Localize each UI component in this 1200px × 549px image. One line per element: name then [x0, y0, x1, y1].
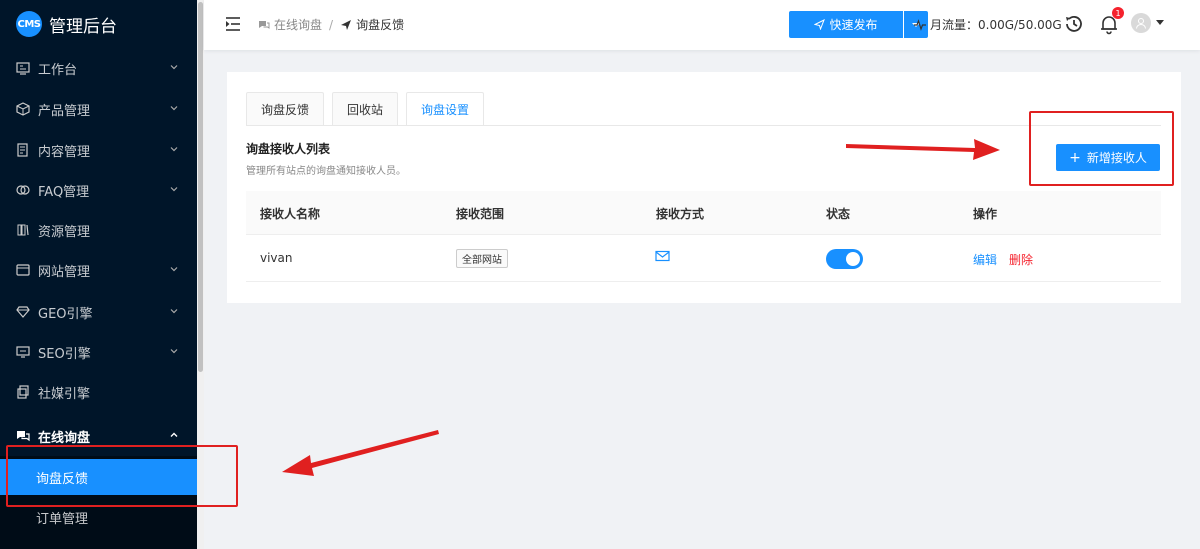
- annotation-arrows: [282, 139, 1000, 476]
- annotation-arrow-left: [282, 430, 439, 476]
- annotation-arrow-right: [846, 139, 1000, 160]
